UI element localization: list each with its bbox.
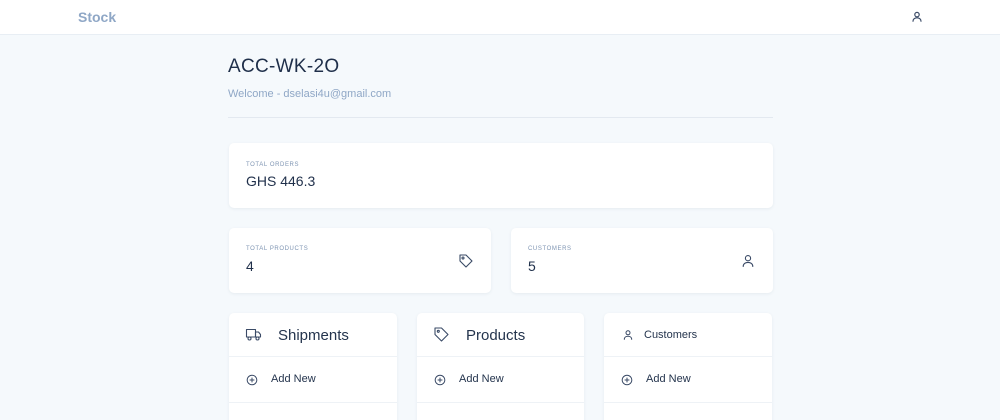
page-header: ACC-WK-2O Welcome - dselasi4u@gmail.com (228, 56, 773, 100)
user-icon[interactable] (910, 10, 924, 24)
tag-icon (433, 326, 450, 343)
customers-panel: Customers Add New (604, 313, 772, 420)
shipments-add-new-label: Add New (271, 373, 316, 385)
header-divider (228, 117, 773, 118)
shipments-panel-row[interactable] (229, 404, 397, 420)
plus-circle-icon (246, 373, 258, 386)
total-products-card: TOTAL PRODUCTS 4 (229, 228, 491, 293)
products-panel-title: Products (466, 327, 526, 344)
customers-add-new[interactable]: Add New (604, 358, 772, 403)
user-icon (740, 253, 756, 269)
truck-icon (245, 326, 262, 343)
customers-panel-title: Customers (644, 329, 698, 341)
products-add-new[interactable]: Add New (417, 358, 584, 403)
shipments-panel: Shipments Add New (229, 313, 397, 420)
user-icon (622, 328, 639, 345)
total-products-value: 4 (246, 258, 254, 274)
top-navbar: Stock (0, 0, 1000, 35)
products-add-new-label: Add New (459, 373, 504, 385)
products-panel-row[interactable] (417, 404, 584, 420)
shipments-panel-header[interactable]: Shipments (229, 313, 397, 357)
products-panel-header[interactable]: Products (417, 313, 584, 357)
total-orders-value: GHS 446.3 (246, 173, 316, 189)
plus-circle-icon (434, 373, 446, 386)
customers-add-new-label: Add New (646, 373, 691, 385)
welcome-text: Welcome - dselasi4u@gmail.com (228, 88, 392, 100)
page-title: ACC-WK-2O (228, 56, 340, 77)
total-orders-label: TOTAL ORDERS (246, 162, 300, 168)
total-orders-card: TOTAL ORDERS GHS 446.3 (229, 143, 773, 208)
shipments-add-new[interactable]: Add New (229, 358, 397, 403)
tag-icon (458, 253, 474, 269)
customers-value: 5 (528, 258, 536, 274)
customers-panel-header[interactable]: Customers (604, 313, 772, 357)
products-panel: Products Add New (417, 313, 584, 420)
total-products-label: TOTAL PRODUCTS (246, 246, 309, 252)
customers-panel-row[interactable] (604, 404, 772, 420)
shipments-panel-title: Shipments (278, 327, 349, 344)
brand-link[interactable]: Stock (78, 9, 116, 25)
customers-label: CUSTOMERS (528, 246, 572, 252)
plus-circle-icon (621, 373, 633, 386)
customers-card: CUSTOMERS 5 (511, 228, 773, 293)
